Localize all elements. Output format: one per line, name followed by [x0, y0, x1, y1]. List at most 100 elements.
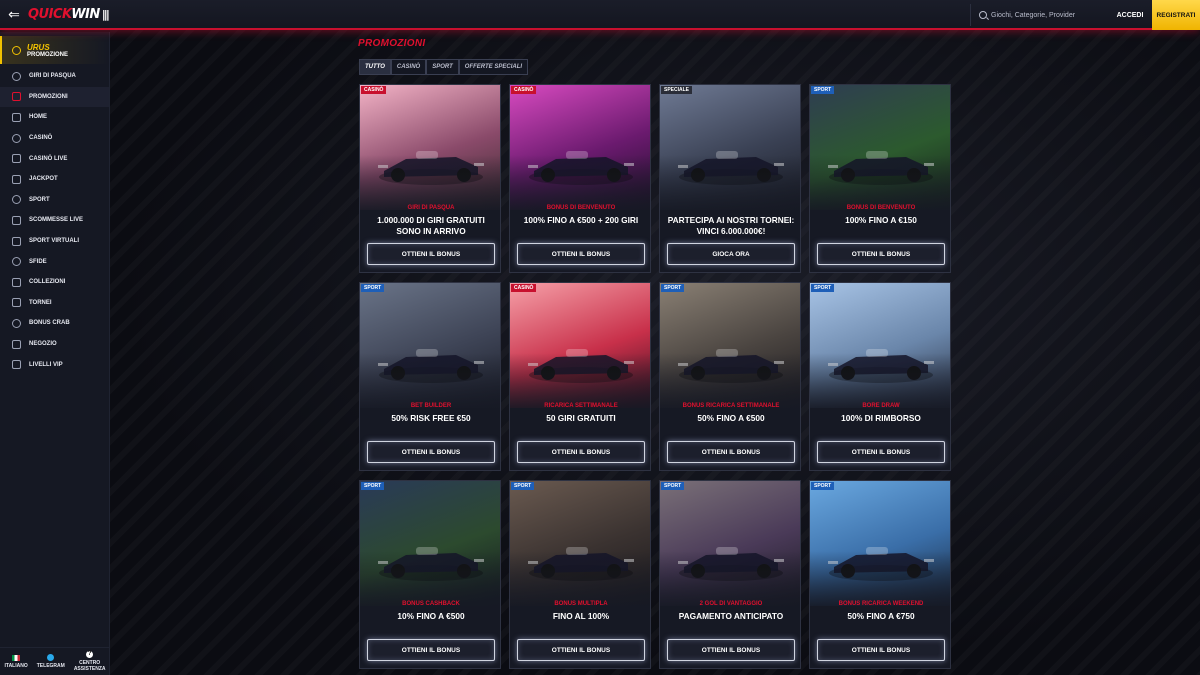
promo-title: 100% DI RIMBORSO	[841, 413, 921, 423]
get-bonus-button[interactable]: OTTIENI IL BONUS	[667, 639, 795, 661]
image-fade	[660, 155, 800, 215]
sidebar-item-label: Casinò	[29, 135, 53, 142]
logo[interactable]: QUICKWIN |||	[28, 6, 110, 22]
promo-subtitle: PROMOZIONE	[27, 51, 69, 58]
ball-icon	[12, 195, 21, 205]
get-bonus-button[interactable]: OTTIENI IL BONUS	[367, 243, 495, 265]
get-bonus-button[interactable]: OTTIENI IL BONUS	[517, 243, 645, 265]
promo-title: 1.000.000 DI GIRI GRATUITI SONO IN ARRIV…	[377, 215, 485, 236]
sidebar-item-promozioni[interactable]: Promozioni	[0, 86, 109, 108]
tab-casino[interactable]: CASINÒ	[390, 59, 427, 75]
category-badge: SPORT	[661, 482, 685, 490]
sidebar-item-sfide[interactable]: Sfide	[0, 251, 109, 272]
sidebar-item-label: Scommesse Live	[29, 217, 84, 224]
search-input[interactable]: Giochi, Categorie, Provider	[970, 4, 1108, 26]
language-label: ITALIANO	[4, 662, 28, 669]
get-bonus-button[interactable]: OTTIENI IL BONUS	[667, 441, 795, 463]
promo-subtitle: GIRI DI PASQUA	[407, 205, 455, 211]
logo-win-text: WIN	[71, 6, 100, 22]
menu-toggle-button[interactable]: ⇐	[0, 0, 28, 29]
promo-card[interactable]: CASINÒ BONUS DI BENVENUTO 100% FINO A €5…	[509, 84, 651, 273]
promo-card[interactable]: SPECIALE PARTECIPA AI NOSTRI TORNEI: VIN…	[659, 84, 801, 273]
login-button[interactable]: ACCEDI	[1110, 3, 1150, 27]
sidebar-item-negozio[interactable]: Negozio	[0, 334, 109, 355]
sidebar-item-label: Collezioni	[29, 279, 66, 286]
italy-flag-icon	[12, 654, 21, 661]
promo-subtitle: BONUS MULTIPLA	[554, 601, 608, 607]
promo-subtitle: RICARICA SETTIMANALE	[544, 403, 618, 409]
sidebar-item-collezioni[interactable]: Collezioni	[0, 272, 109, 293]
promo-card[interactable]: SPORT BONUS MULTIPLA FINO AL 100% OTTIEN…	[509, 480, 651, 669]
get-bonus-button[interactable]: OTTIENI IL BONUS	[817, 243, 945, 265]
promo-subtitle: BORE DRAW	[862, 403, 900, 409]
shop-icon	[12, 339, 21, 349]
logo-bars-icon: |||	[101, 7, 110, 21]
sidebar-item-label: Sport Virtuali	[29, 238, 80, 245]
sidebar-item-livelli-vip[interactable]: Livelli VIP	[0, 354, 109, 375]
support-label-2: ASSISTENZA	[73, 666, 106, 672]
jackpot-icon	[12, 174, 21, 184]
register-button[interactable]: REGISTRATI	[1152, 0, 1200, 30]
promo-title: URUS	[27, 42, 50, 52]
tab-tutto[interactable]: TUTTO	[359, 59, 391, 75]
telegram-link[interactable]: TELEGRAM	[37, 654, 65, 669]
category-badge: SPORT	[811, 86, 835, 94]
category-badge: CASINÒ	[511, 86, 537, 94]
sidebar-item-giri-di-pasqua[interactable]: Giri di Pasqua	[0, 66, 109, 87]
sidebar-item-jackpot[interactable]: Jackpot	[0, 169, 109, 190]
sidebar-item-label: Promozioni	[29, 93, 68, 100]
promo-grid: CASINÒ GIRI DI PASQUA 1.000.000 DI GIRI …	[359, 84, 951, 669]
promo-card[interactable]: CASINÒ GIRI DI PASQUA 1.000.000 DI GIRI …	[359, 84, 501, 273]
promo-title: PAGAMENTO ANTICIPATO	[678, 611, 784, 621]
sidebar-item-label: Bonus Crab	[29, 320, 70, 327]
category-badge: SPORT	[361, 482, 385, 490]
promo-card[interactable]: SPORT BET BUILDER 50% RISK FREE €50 OTTI…	[359, 282, 501, 471]
sidebar-item-casin-live[interactable]: Casinò Live	[0, 148, 109, 169]
category-badge: SPECIALE	[661, 86, 693, 94]
home-icon	[12, 112, 21, 122]
get-bonus-button[interactable]: OTTIENI IL BONUS	[817, 441, 945, 463]
support-center-link[interactable]: ? CENTRO ASSISTENZA	[73, 651, 106, 672]
promo-card[interactable]: SPORT BONUS CASHBACK 10% FINO A €500 OTT…	[359, 480, 501, 669]
sidebar-item-label: Livelli VIP	[29, 361, 63, 368]
tab-sport[interactable]: SPORT	[426, 59, 459, 75]
promo-subtitle: BONUS RICARICA WEEKEND	[838, 601, 924, 607]
get-bonus-button[interactable]: GIOCA ORA	[667, 243, 795, 265]
sidebar-item-bonus-crab[interactable]: Bonus Crab	[0, 313, 109, 334]
get-bonus-button[interactable]: OTTIENI IL BONUS	[817, 639, 945, 661]
sidebar-item-label: Tornei	[29, 299, 52, 306]
promo-subtitle: 2 GOL DI VANTAGGIO	[699, 601, 763, 607]
language-selector[interactable]: ITALIANO	[4, 654, 28, 669]
virtual-icon	[12, 236, 21, 246]
sidebar-item-home[interactable]: Home	[0, 107, 109, 128]
sidebar-item-tornei[interactable]: Tornei	[0, 293, 109, 314]
promo-card[interactable]: SPORT 2 GOL DI VANTAGGIO PAGAMENTO ANTIC…	[659, 480, 801, 669]
promo-card[interactable]: SPORT BONUS DI BENVENUTO 100% FINO A €15…	[809, 84, 951, 273]
sidebar-item-scommesse-live[interactable]: Scommesse Live	[0, 210, 109, 231]
tab-offerte-speciali[interactable]: OFFERTE SPECIALI	[458, 59, 529, 75]
promo-subtitle: BONUS DI BENVENUTO	[546, 205, 616, 211]
egg-icon	[12, 71, 21, 81]
sidebar-footer: ITALIANO TELEGRAM ? CENTRO ASSISTENZA	[0, 647, 110, 675]
casino-icon	[12, 133, 21, 143]
sidebar-promo-urus[interactable]: URUS PROMOZIONE	[0, 36, 109, 64]
promo-title: FINO AL 100%	[552, 611, 610, 621]
promo-card[interactable]: SPORT BONUS RICARICA SETTIMANALE 50% FIN…	[659, 282, 801, 471]
sidebar-item-label: Home	[29, 114, 47, 121]
promo-card[interactable]: SPORT BORE DRAW 100% DI RIMBORSO OTTIENI…	[809, 282, 951, 471]
promo-subtitle: BONUS DI BENVENUTO	[846, 205, 916, 211]
get-bonus-button[interactable]: OTTIENI IL BONUS	[517, 639, 645, 661]
get-bonus-button[interactable]: OTTIENI IL BONUS	[367, 639, 495, 661]
sidebar-item-sport[interactable]: Sport	[0, 190, 109, 211]
promo-card[interactable]: CASINÒ RICARICA SETTIMANALE 50 GIRI GRAT…	[509, 282, 651, 471]
promo-title: 50% RISK FREE €50	[391, 413, 471, 423]
top-header: ⇐ QUICKWIN ||| Giochi, Categorie, Provide…	[0, 0, 1200, 30]
sidebar-item-label: Sport	[29, 196, 50, 203]
sidebar-item-label: Giri di Pasqua	[29, 73, 76, 80]
sidebar-item-casin-[interactable]: Casinò	[0, 128, 109, 149]
challenge-icon	[12, 257, 21, 267]
get-bonus-button[interactable]: OTTIENI IL BONUS	[367, 441, 495, 463]
get-bonus-button[interactable]: OTTIENI IL BONUS	[517, 441, 645, 463]
promo-card[interactable]: SPORT BONUS RICARICA WEEKEND 50% FINO A …	[809, 480, 951, 669]
sidebar-item-sport-virtuali[interactable]: Sport Virtuali	[0, 231, 109, 252]
